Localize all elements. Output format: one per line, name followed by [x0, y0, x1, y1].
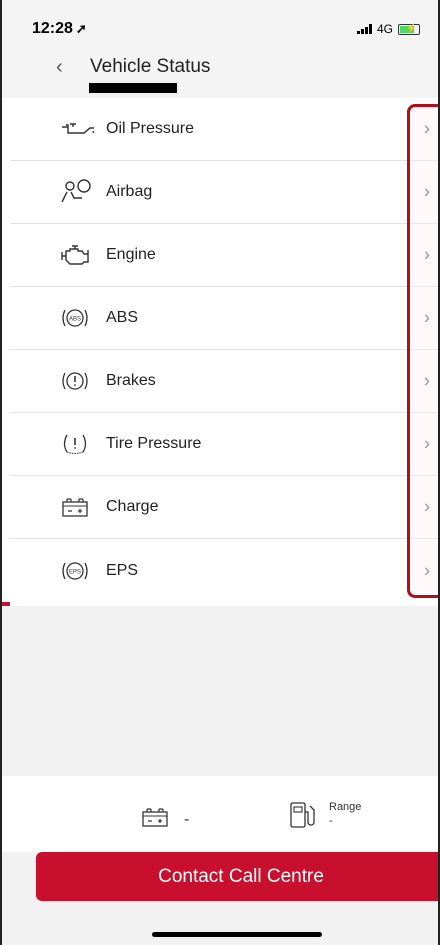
abs-icon: ABS [60, 305, 100, 331]
item-label: Airbag [106, 183, 153, 200]
item-label: Brakes [106, 372, 156, 389]
battery-icon: ⚡ [398, 23, 420, 35]
clock: 12:28 ➚ [32, 20, 87, 37]
vehicle-summary: - Range - [2, 776, 438, 852]
item-label: ABS [106, 309, 139, 326]
chevron-right-icon: › [424, 433, 430, 454]
chevron-right-icon: › [424, 560, 430, 580]
home-indicator [152, 932, 322, 937]
signal-bars-icon [356, 24, 372, 34]
list-item-engine[interactable]: Engine › [10, 224, 438, 287]
airbag-icon [60, 178, 100, 206]
list-item-charge[interactable]: Charge › [10, 476, 438, 539]
chevron-right-icon: › [424, 118, 430, 139]
nav-header: ‹ Vehicle Status [2, 42, 438, 98]
item-label: Oil Pressure [106, 120, 195, 137]
list-item-brakes[interactable]: Brakes › [10, 350, 438, 413]
chevron-right-icon: › [424, 370, 430, 391]
oil-pressure-icon [60, 121, 100, 137]
redacted-bar [89, 83, 177, 93]
empty-area [2, 606, 438, 776]
signal-indicators: 4G ⚡ [356, 22, 420, 36]
list-item-oil-pressure[interactable]: Oil Pressure › [10, 98, 438, 161]
item-label: Tire Pressure [106, 435, 202, 452]
engine-icon [60, 244, 100, 266]
list-item-eps[interactable]: EPS EPS › [10, 539, 438, 602]
svg-text:ABS: ABS [69, 317, 81, 323]
svg-text:EPS: EPS [69, 569, 81, 575]
chevron-right-icon: › [424, 496, 430, 517]
item-label: Charge [106, 498, 159, 515]
chevron-right-icon: › [424, 181, 430, 202]
cta-bar: Contact Call Centre [2, 852, 438, 945]
fuel-pump-icon [287, 800, 321, 835]
contact-call-centre-button[interactable]: Contact Call Centre [36, 852, 438, 901]
battery-icon [140, 806, 170, 833]
list-item-abs[interactable]: ABS ABS › [10, 287, 438, 350]
battery-value: - [184, 810, 190, 828]
battery-summary: - [140, 806, 189, 833]
list-item-airbag[interactable]: Airbag › [10, 161, 438, 224]
charge-icon [60, 496, 100, 518]
chevron-right-icon: › [424, 244, 430, 265]
list-item-tire-pressure[interactable]: Tire Pressure › [10, 413, 438, 476]
status-list: Oil Pressure › Airbag › Engine › ABS ABS… [2, 98, 438, 602]
brakes-icon [60, 368, 100, 394]
item-label: EPS [106, 561, 139, 579]
location-arrow-icon: ➚ [75, 21, 87, 36]
tire-pressure-icon [60, 431, 100, 457]
back-button[interactable]: ‹ [56, 56, 63, 79]
range-label: Range [329, 801, 362, 813]
eps-icon: EPS [60, 558, 100, 584]
page-title: Vehicle Status [90, 56, 211, 77]
range-summary: Range - [287, 800, 361, 835]
status-bar: 12:28 ➚ 4G ⚡ [2, 0, 438, 42]
network-type: 4G [376, 22, 393, 36]
chevron-right-icon: › [424, 307, 430, 328]
phone-screen: 12:28 ➚ 4G ⚡ ‹ Vehicle Status Oil Pressur… [0, 0, 440, 945]
item-label: Engine [106, 246, 156, 263]
range-value: - [329, 815, 333, 827]
